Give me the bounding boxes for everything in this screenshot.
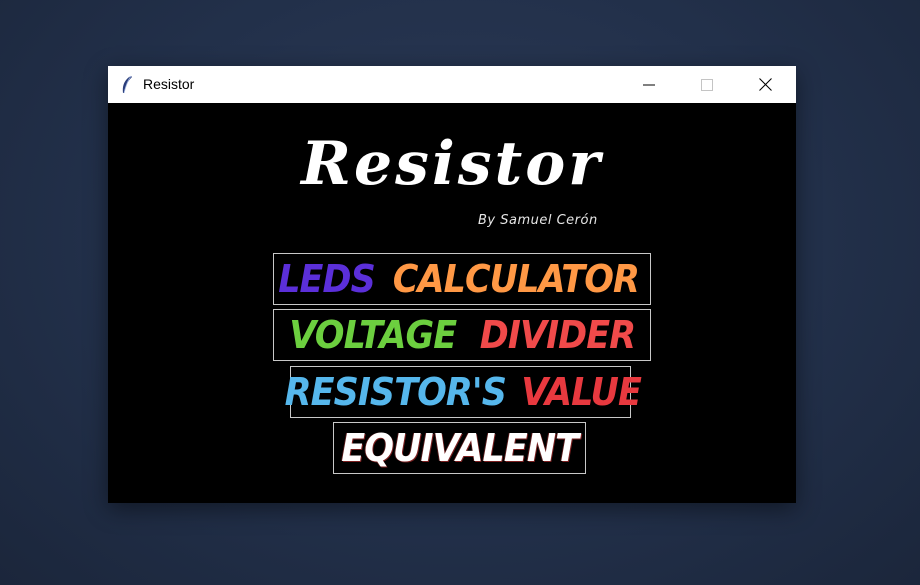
voltage-divider-label-word-1: VOLTAGE <box>289 313 457 357</box>
main-panel: Resistor By Samuel Cerón LEDS CALCULATOR… <box>108 103 796 503</box>
author-byline: By Samuel Cerón <box>478 213 598 228</box>
feather-icon <box>122 75 132 94</box>
leds-calculator-label-word-2: CALCULATOR <box>392 257 640 301</box>
window-title: Resistor <box>143 76 195 92</box>
app-logo-title: Resistor <box>301 129 603 199</box>
equivalent-label: EQUIVALENT <box>341 426 579 470</box>
voltage-divider-button[interactable]: VOLTAGE DIVIDER <box>273 309 651 361</box>
resistors-value-label-word-1: RESISTOR'S <box>284 370 507 414</box>
leds-calculator-button[interactable]: LEDS CALCULATOR <box>273 253 651 305</box>
leds-calculator-label-word-1: LEDS <box>278 257 376 301</box>
app-window: Resistor Resistor By Samuel Cerón LEDS C… <box>108 66 796 503</box>
resistors-value-button[interactable]: RESISTOR'S VALUE <box>285 366 642 418</box>
close-button[interactable] <box>736 66 794 103</box>
title-bar[interactable]: Resistor <box>108 66 796 103</box>
close-icon <box>758 78 772 91</box>
equivalent-button[interactable]: EQUIVALENT <box>333 422 586 474</box>
minimize-button[interactable] <box>620 66 678 103</box>
voltage-divider-label-word-2: DIVIDER <box>480 313 636 357</box>
minimize-icon <box>643 84 655 85</box>
maximize-button[interactable] <box>678 66 736 103</box>
resistors-value-label-word-2: VALUE <box>520 370 642 414</box>
maximize-icon <box>701 78 713 91</box>
